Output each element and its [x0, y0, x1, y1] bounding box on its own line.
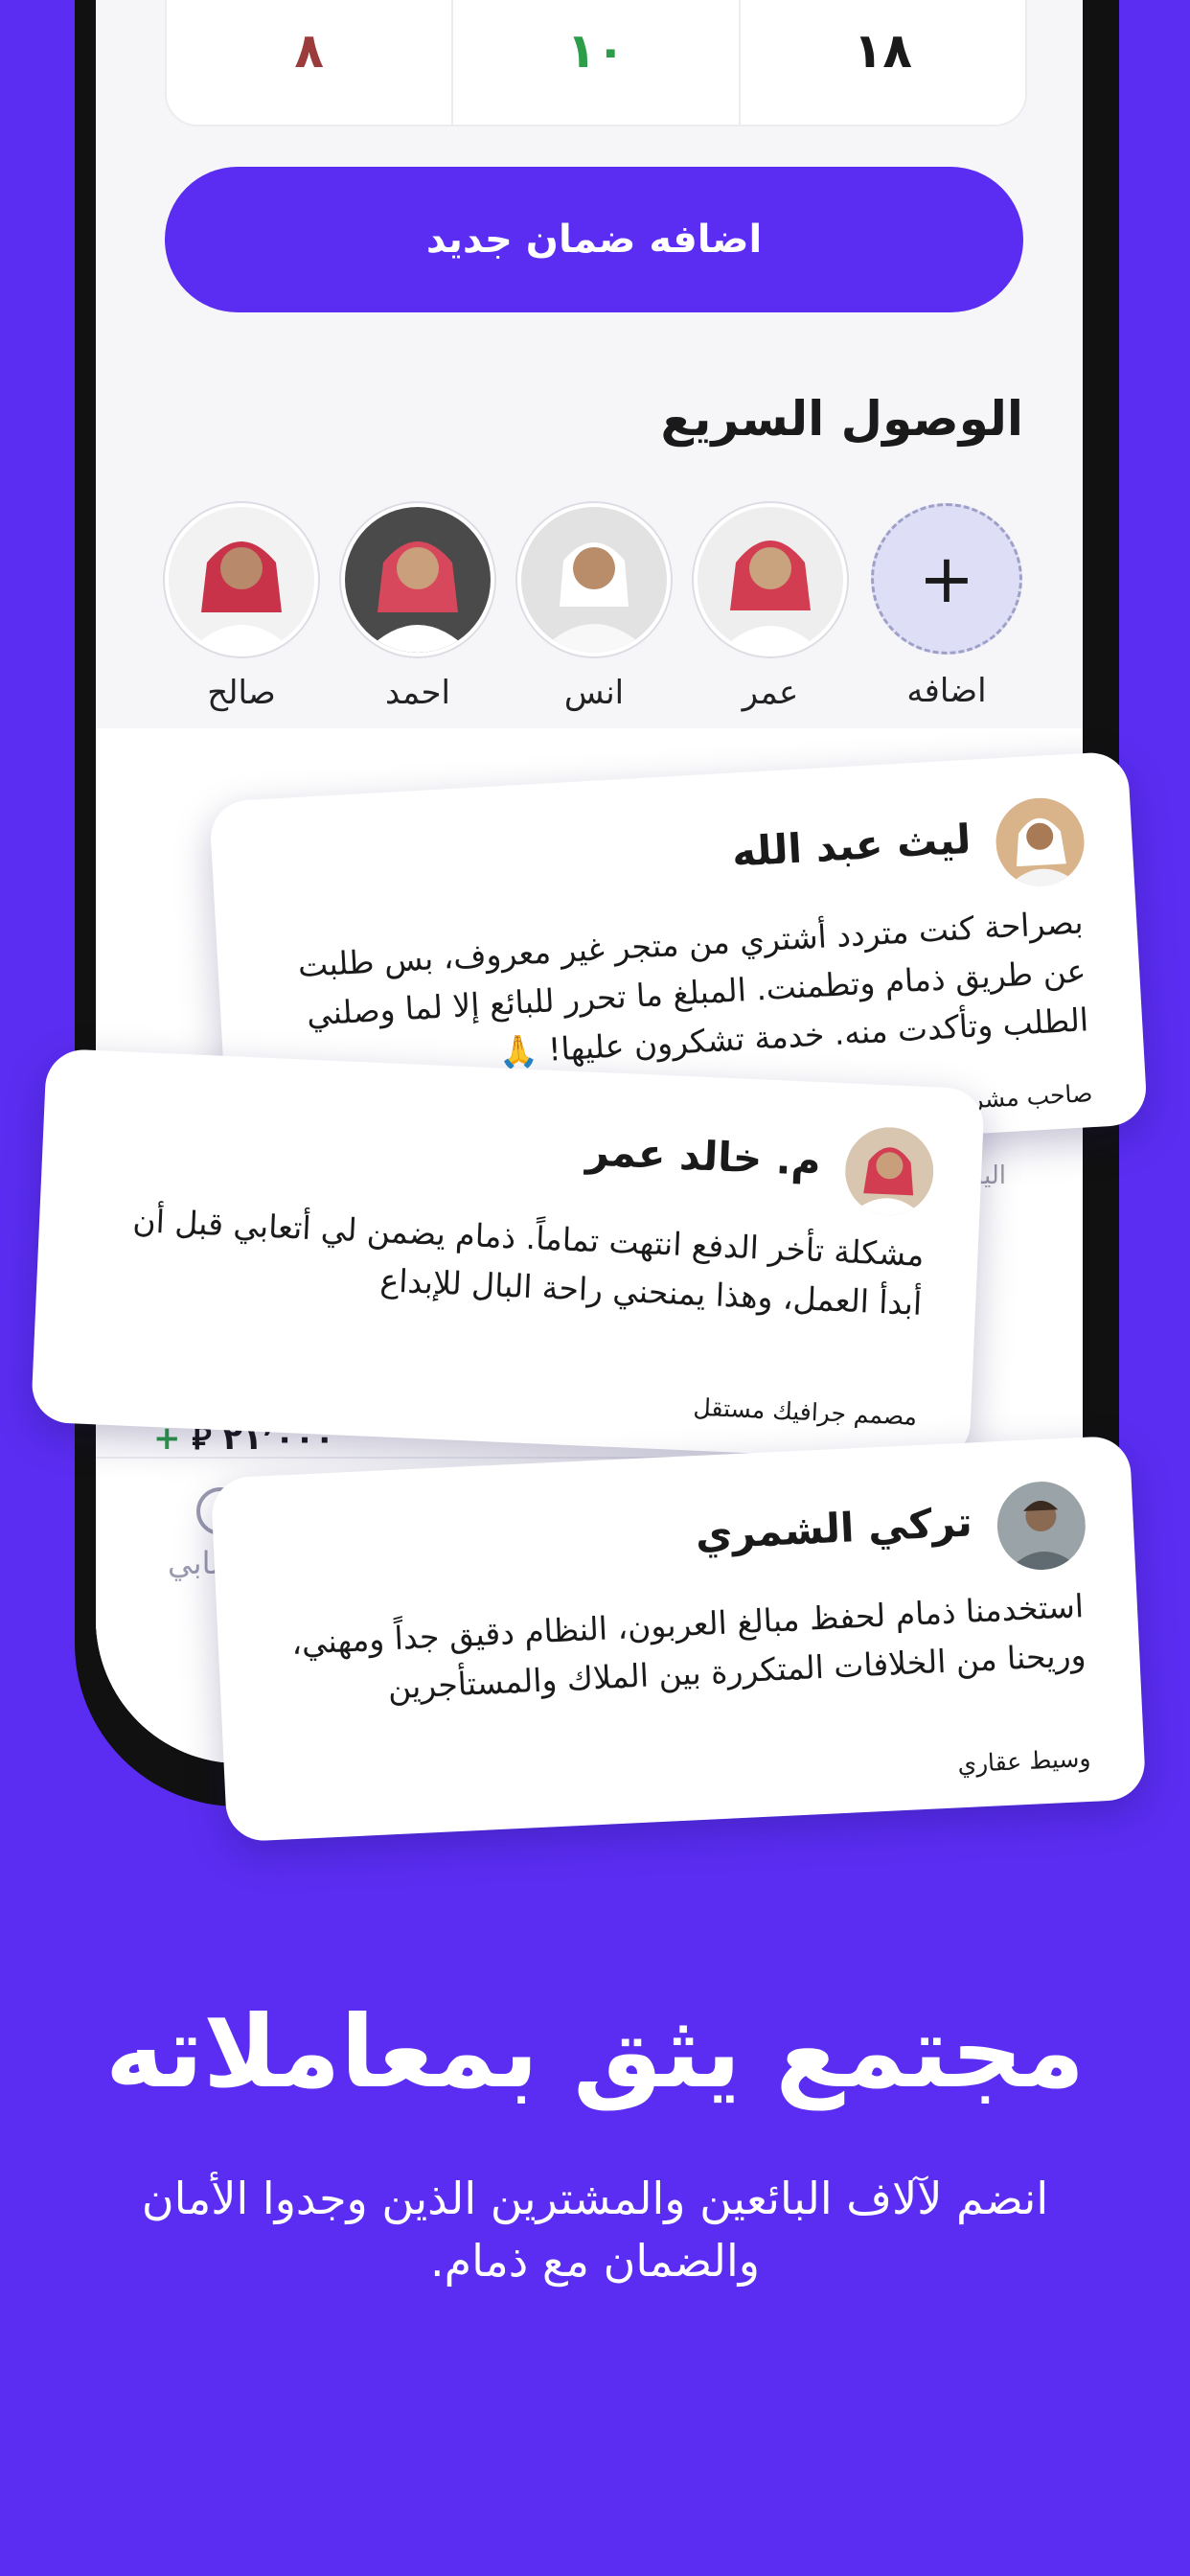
testimonial-name: ليث عبد الله [730, 815, 973, 876]
avatar [995, 1479, 1087, 1573]
avatar [843, 1125, 936, 1218]
contact-label: اضافه [906, 672, 987, 710]
stat-left: ٨ [294, 23, 324, 79]
testimonial-card: م. خالد عمر مشكلة تأخر الدفع انتهت تماما… [30, 1047, 986, 1463]
avatar [341, 503, 494, 656]
hero-subtitle: انضم لآلاف البائعين والمشترين الذين وجدو… [141, 2173, 1049, 2288]
contact-item[interactable]: عمر [694, 503, 847, 712]
contact-item[interactable]: احمد [341, 503, 494, 712]
testimonial-card: تركي الشمري استخدمنا ذمام لحفظ مبالغ الع… [210, 1435, 1147, 1843]
testimonial-role: وسيط عقاري [956, 1743, 1092, 1779]
stat-middle: ١٠ [451, 0, 738, 125]
testimonial-name: تركي الشمري [694, 1498, 973, 1559]
avatar [165, 503, 318, 656]
add-guarantee-button[interactable]: اضافه ضمان جديد [165, 167, 1023, 312]
stat-right: ١٨ [738, 0, 1025, 125]
contact-label: احمد [385, 674, 450, 712]
testimonial-body: استخدمنا ذمام لحفظ مبالغ العربون، النظام… [290, 1587, 1087, 1707]
testimonial-body: بصراحة كنت متردد أشتري من متجر غير معروف… [296, 903, 1090, 1071]
contact-label: صالح [207, 674, 276, 712]
quick-access-add[interactable]: + اضافه [870, 503, 1023, 710]
plus-icon: + [918, 540, 975, 618]
contact-item[interactable]: صالح [165, 503, 318, 712]
avatar [517, 503, 671, 656]
quick-access-list: + اضافه عمر انس احمد صالح [165, 503, 1027, 712]
stats-card: ٨ ١٠ ١٨ [165, 0, 1027, 126]
add-contact-button[interactable]: + [871, 503, 1022, 655]
quick-access-title: الوصول السريع [660, 391, 1023, 447]
contact-label: انس [563, 674, 625, 712]
contact-label: عمر [742, 674, 799, 712]
contact-item[interactable]: انس [517, 503, 671, 712]
testimonial-role: مصمم جرافيك مستقل [693, 1392, 918, 1431]
testimonial-name: م. خالد عمر [584, 1127, 822, 1185]
testimonial-body: مشكلة تأخر الدفع انتهت تماماً. ذمام يضمن… [131, 1201, 926, 1323]
avatar [694, 503, 847, 656]
hero-title: مجتمع يثق بمعاملاته [104, 1993, 1086, 2110]
avatar [994, 795, 1087, 889]
